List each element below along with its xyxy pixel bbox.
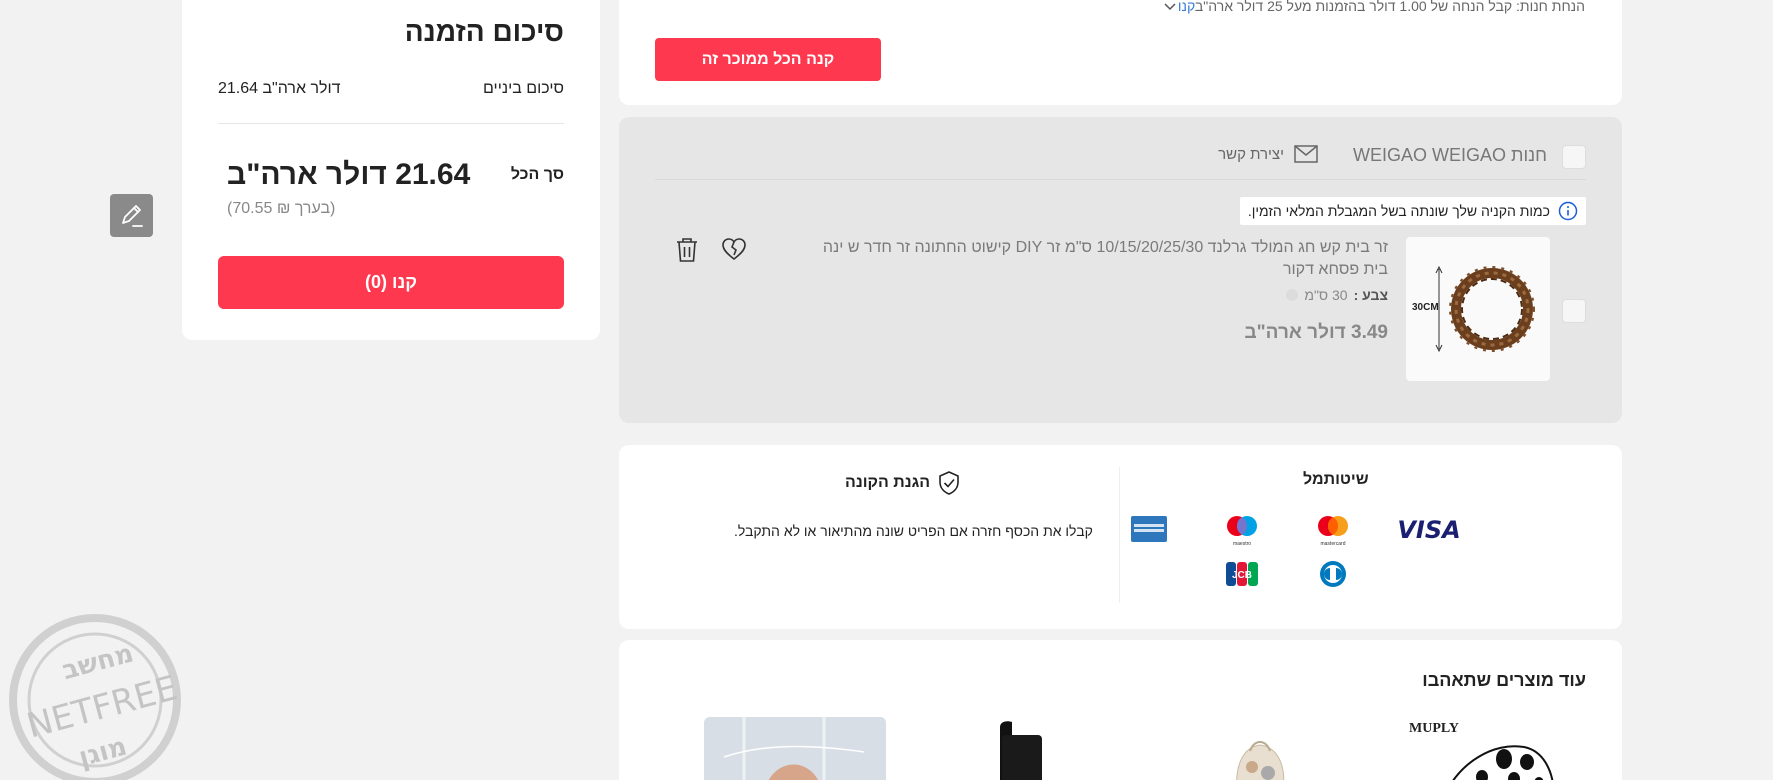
jcb-text: JCB: [1232, 570, 1252, 581]
store-divider: [655, 179, 1586, 180]
visa-text: VISA: [1397, 516, 1461, 544]
store-discount-prefix: הנחת חנות:: [1516, 0, 1585, 14]
watermark-middle-text: NETFREE: [23, 668, 182, 746]
black-case-image: [1000, 721, 1042, 780]
subtotal-value: 21.64 דולר ארה"ב: [218, 80, 341, 97]
store-card-weigao: חנות WEIGAO WEIGAO יצירת קשר כמות הקניה …: [619, 117, 1622, 423]
info-icon: [1558, 201, 1578, 221]
watermark-bottom-text: מוגן: [76, 732, 130, 773]
maestro-text: maestro: [1233, 541, 1251, 547]
envelope-icon: [1294, 145, 1318, 163]
recommended-product[interactable]: MUPLY: [1404, 717, 1586, 780]
recommended-product[interactable]: [940, 717, 1122, 780]
total-label: סך הכל: [510, 166, 564, 183]
watermark-top-text: מחשב: [59, 638, 137, 686]
shield-check-icon: [939, 471, 959, 495]
jcb-icon: JCB: [1225, 559, 1259, 589]
product-title[interactable]: זר בית קש חג המולד גרלנד 10/15/20/25/30 …: [808, 237, 1388, 281]
contact-label: יצירת קשר: [1218, 145, 1284, 163]
contact-seller-link[interactable]: יצירת קשר: [1218, 145, 1318, 163]
heart-icon[interactable]: [721, 237, 747, 266]
quantity-warning-text: כמות הקניה שלך שונתה בשל המגבלת המלאי הז…: [1247, 203, 1550, 219]
toy-bag-image: [1236, 741, 1285, 780]
visa-icon: VISA: [1397, 515, 1460, 545]
item-select-checkbox[interactable]: [1562, 299, 1586, 323]
summary-divider: [218, 123, 564, 124]
wood-toy-image: [704, 717, 886, 780]
payment-methods-title: שיטותמל: [1303, 471, 1369, 488]
store-discount-text: קבל הנחה של 1.00 דולר בהזמנות מעל 25 דול…: [1195, 0, 1513, 14]
order-summary-panel: סיכום הזמנה סיכום ביניים 21.64 דולר ארה"…: [182, 0, 600, 340]
dalmatian-shoe-image: [1452, 745, 1554, 780]
quantity-warning: כמות הקניה שלך שונתה בשל המגבלת המלאי הז…: [1240, 197, 1586, 225]
thumbnail-size-label: 30CM: [1412, 302, 1439, 313]
buy-all-from-seller-button[interactable]: קנה הכל ממוכר זה: [655, 38, 881, 81]
recommended-product[interactable]: [704, 717, 886, 780]
variant-value: 30 ס"מ: [1304, 287, 1348, 303]
mastercard-text: mastercard: [1320, 541, 1345, 547]
amex-icon: [1131, 515, 1167, 543]
subtotal-label: סיכום ביניים: [483, 80, 564, 97]
mastercard-icon: mastercard: [1314, 513, 1352, 547]
buyer-protection-title: הגנת הקונה: [845, 471, 960, 495]
total-value: 21.64 דולר ארה"ב: [227, 158, 471, 191]
trash-icon[interactable]: [675, 237, 699, 268]
product-price: 3.49 דולר ארה"ב: [1244, 322, 1389, 343]
edit-button[interactable]: [110, 194, 153, 237]
card-divider: [1119, 467, 1120, 603]
store-discount-link[interactable]: קנו: [1178, 0, 1195, 14]
product-variant: צבע : 30 ס"מ: [1286, 287, 1388, 303]
payment-protection-card: שיטותמל VISA mastercard maestro JCB הגנת…: [619, 445, 1622, 629]
order-summary-title: סיכום הזמנה: [404, 16, 564, 47]
buyer-protection-label: הגנת הקונה: [845, 474, 931, 491]
chevron-down-icon[interactable]: [1164, 0, 1176, 14]
variant-swatch: [1286, 289, 1299, 301]
store-discount-notice: הנחת חנות: קבל הנחה של 1.00 דולר בהזמנות…: [1178, 0, 1585, 14]
netfree-watermark: מחשב NETFREE מוגן: [0, 600, 210, 780]
pencil-icon: [121, 204, 143, 227]
recommended-product[interactable]: [1168, 717, 1350, 780]
product-thumbnail[interactable]: 30CM: [1406, 237, 1550, 381]
recommendations-title: עוד מוצרים שתאהבו: [1422, 670, 1586, 690]
checkout-button[interactable]: קנו (0): [218, 256, 564, 309]
diners-club-icon: [1316, 559, 1350, 589]
previous-store-card: הנחת חנות: קבל הנחה של 1.00 דולר בהזמנות…: [619, 0, 1622, 105]
variant-label: צבע :: [1353, 287, 1388, 303]
maestro-icon: maestro: [1223, 513, 1261, 547]
total-approx-ils: (בערך ₪ 70.55): [227, 200, 336, 217]
recommendations-card: עוד מוצרים שתאהבו MUPLY: [619, 640, 1622, 780]
store-name[interactable]: חנות WEIGAO WEIGAO: [1353, 145, 1547, 166]
store-select-checkbox[interactable]: [1562, 145, 1586, 169]
buyer-protection-text: קבלו את הכסף חזרה אם הפריט שונה מהתיאור …: [734, 523, 1093, 539]
